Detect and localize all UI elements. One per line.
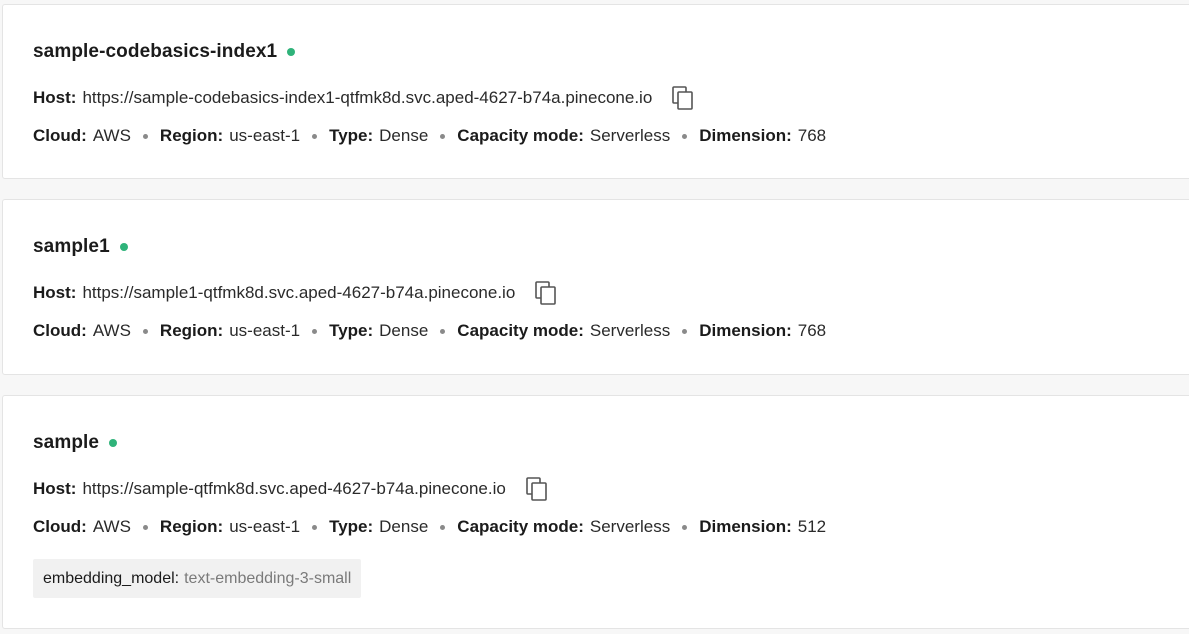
index-meta-row: Cloud: AWS Region: us-east-1 Type: Dense Ca…: [33, 515, 826, 539]
dimension-value: 768: [797, 126, 827, 145]
cloud-field: Cloud: AWS: [33, 321, 131, 341]
host-label: Host:: [33, 88, 77, 107]
separator-dot: [682, 133, 688, 139]
dimension-value: 768: [797, 321, 827, 340]
separator-dot: [312, 524, 318, 530]
region-value: us-east-1: [229, 517, 301, 536]
host-value: https://sample-qtfmk8d.svc.aped-4627-b74…: [82, 479, 506, 498]
tag-value: text-embedding-3-small: [184, 569, 352, 587]
cloud-value: AWS: [92, 321, 131, 340]
host-label: Host:: [33, 479, 77, 498]
dimension-label: Dimension:: [699, 321, 792, 340]
separator-dot: [440, 133, 446, 139]
region-field: Region: us-east-1: [160, 321, 300, 341]
cloud-label: Cloud:: [33, 126, 87, 145]
separator-dot: [440, 328, 446, 334]
type-field: Type: Dense: [329, 126, 428, 146]
separator-dot: [682, 328, 688, 334]
type-field: Type: Dense: [329, 517, 428, 537]
copy-icon[interactable]: [525, 476, 549, 502]
region-label: Region:: [159, 321, 224, 340]
dimension-label: Dimension:: [699, 517, 792, 536]
copy-icon[interactable]: [671, 85, 695, 111]
capacity-mode-field: Capacity mode: Serverless: [457, 517, 670, 537]
separator-dot: [142, 133, 148, 139]
dimension-field: Dimension: 512: [699, 517, 826, 537]
status-dot-icon: [287, 48, 296, 56]
type-label: Type:: [329, 321, 374, 340]
separator-dot: [440, 524, 446, 530]
capacity-mode-label: Capacity mode:: [457, 321, 584, 340]
cloud-label: Cloud:: [33, 517, 87, 536]
cloud-value: AWS: [92, 517, 131, 536]
type-field: Type: Dense: [329, 321, 428, 341]
cloud-field: Cloud: AWS: [33, 126, 131, 146]
dimension-field: Dimension: 768: [699, 321, 826, 341]
status-dot-icon: [119, 243, 128, 251]
index-name-row: sample-codebasics-index1: [33, 39, 296, 65]
cloud-label: Cloud:: [33, 321, 87, 340]
type-label: Type:: [329, 517, 374, 536]
host-value: https://sample1-qtfmk8d.svc.aped-4627-b7…: [82, 283, 516, 302]
host-row: Host: https://sample1-qtfmk8d.svc.aped-4…: [33, 279, 558, 307]
index-card[interactable]: sample Host: https://sample-qtfmk8d.svc.…: [2, 395, 1189, 629]
tag-key: embedding_model:: [43, 569, 180, 587]
metadata-tag: embedding_model: text-embedding-3-small: [33, 559, 362, 598]
separator-dot: [682, 524, 688, 530]
region-field: Region: us-east-1: [160, 517, 300, 537]
index-name-row: sample1: [33, 234, 128, 260]
region-value: us-east-1: [229, 321, 301, 340]
separator-dot: [312, 133, 318, 139]
type-value: Dense: [379, 321, 429, 340]
type-value: Dense: [379, 126, 429, 145]
dimension-value: 512: [797, 517, 827, 536]
region-value: us-east-1: [229, 126, 301, 145]
capacity-mode-field: Capacity mode: Serverless: [457, 321, 670, 341]
index-meta-row: Cloud: AWS Region: us-east-1 Type: Dense Ca…: [33, 124, 826, 148]
capacity-mode-field: Capacity mode: Serverless: [457, 126, 670, 146]
host-row: Host: https://sample-codebasics-index1-q…: [33, 84, 695, 112]
status-dot-icon: [109, 439, 118, 447]
region-label: Region:: [159, 517, 224, 536]
copy-icon[interactable]: [534, 280, 558, 306]
cloud-field: Cloud: AWS: [33, 517, 131, 537]
dimension-label: Dimension:: [699, 126, 792, 145]
type-label: Type:: [329, 126, 374, 145]
index-card[interactable]: sample1 Host: https://sample1-qtfmk8d.sv…: [2, 199, 1189, 375]
capacity-mode-value: Serverless: [589, 517, 671, 536]
region-field: Region: us-east-1: [160, 126, 300, 146]
cloud-value: AWS: [92, 126, 131, 145]
index-card[interactable]: sample-codebasics-index1 Host: https://s…: [2, 4, 1189, 179]
host-label: Host:: [33, 283, 77, 302]
index-name[interactable]: sample-codebasics-index1: [33, 41, 277, 63]
index-name[interactable]: sample1: [33, 236, 110, 258]
separator-dot: [142, 328, 148, 334]
capacity-mode-label: Capacity mode:: [457, 517, 584, 536]
host-row: Host: https://sample-qtfmk8d.svc.aped-46…: [33, 475, 549, 503]
host-value: https://sample-codebasics-index1-qtfmk8d…: [82, 88, 653, 107]
capacity-mode-label: Capacity mode:: [457, 126, 584, 145]
index-list: sample-codebasics-index1 Host: https://s…: [0, 0, 1189, 634]
type-value: Dense: [379, 517, 429, 536]
region-label: Region:: [159, 126, 224, 145]
dimension-field: Dimension: 768: [699, 126, 826, 146]
capacity-mode-value: Serverless: [589, 321, 671, 340]
separator-dot: [312, 328, 318, 334]
index-meta-row: Cloud: AWS Region: us-east-1 Type: Dense Ca…: [33, 319, 826, 343]
capacity-mode-value: Serverless: [589, 126, 671, 145]
separator-dot: [142, 524, 148, 530]
index-name-row: sample: [33, 430, 118, 456]
index-name[interactable]: sample: [33, 432, 99, 454]
